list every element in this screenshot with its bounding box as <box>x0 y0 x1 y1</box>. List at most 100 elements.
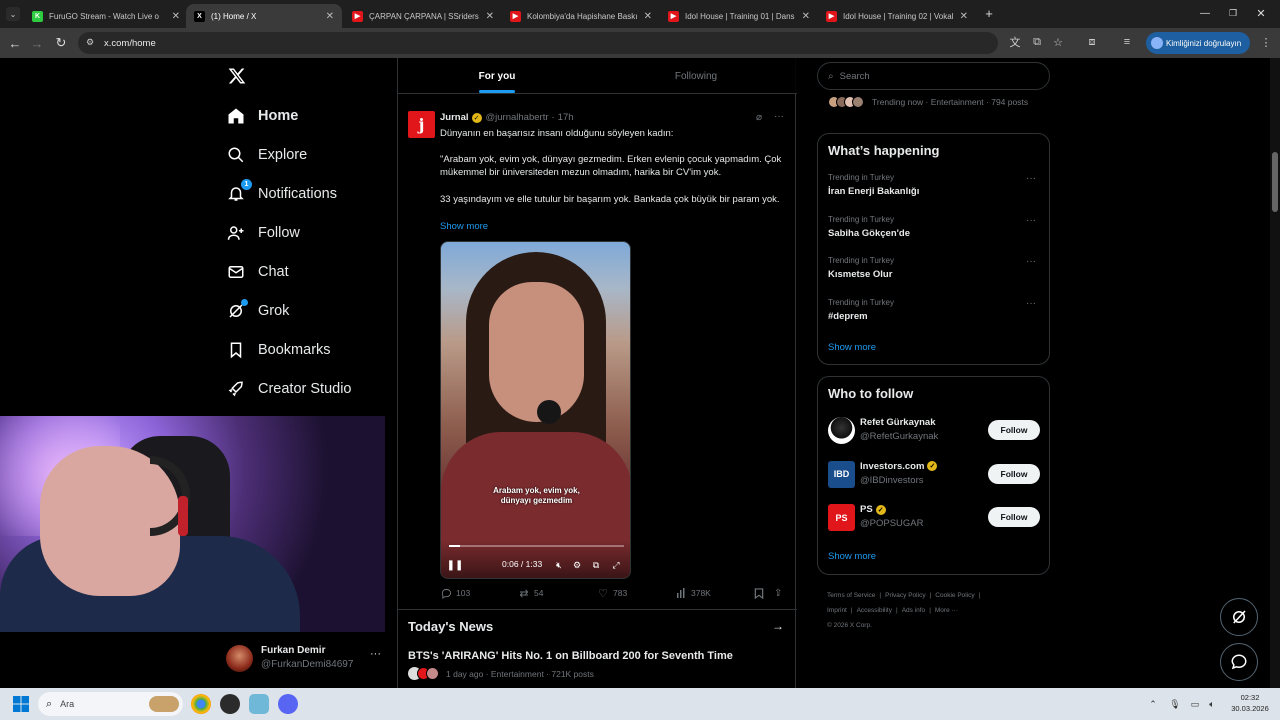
network-icon[interactable]: ▭ <box>1189 698 1201 710</box>
share-icon[interactable]: ⇪ <box>774 586 782 600</box>
browser-menu-icon[interactable]: ⋮ <box>1258 34 1274 50</box>
system-clock[interactable]: 02:32 30.03.2026 <box>1226 692 1274 714</box>
follow-button[interactable]: Follow <box>988 420 1040 440</box>
video-progress-bar[interactable] <box>449 545 624 547</box>
browser-tab[interactable]: ▶ Idol House | Training 02 | Vokal ✕ <box>818 4 976 28</box>
pause-icon[interactable]: ❚❚ <box>447 559 464 571</box>
footer-link[interactable]: Imprint <box>827 607 847 614</box>
avatar[interactable] <box>828 417 855 444</box>
popout-icon[interactable]: ⧉ <box>590 559 602 571</box>
nav-item-home[interactable]: Home <box>226 101 298 131</box>
bookmark-star-icon[interactable]: ☆ <box>1050 34 1066 50</box>
follow-button[interactable]: Follow <box>988 463 1040 484</box>
chrome-icon[interactable] <box>191 694 211 714</box>
nav-item-chat[interactable]: Chat <box>226 257 289 287</box>
new-tab-button[interactable]: + <box>982 6 996 21</box>
tab-list-button[interactable]: ⌄ <box>6 7 20 21</box>
footer-link[interactable]: Accessibility <box>857 607 892 614</box>
footer-link[interactable]: Ads info <box>902 607 926 614</box>
footer-link[interactable]: Privacy Policy <box>885 592 925 599</box>
footer-link[interactable]: More ··· <box>935 607 958 614</box>
back-icon[interactable]: ← <box>6 34 24 52</box>
footer-link[interactable]: Terms of Service <box>827 592 875 599</box>
trending-now-row[interactable]: Trending now · Entertainment · 794 posts <box>828 96 1028 108</box>
more-icon[interactable]: ··· <box>370 648 381 660</box>
trend-more-icon[interactable]: ··· <box>1026 215 1036 226</box>
tab-for-you[interactable]: For you <box>398 58 596 94</box>
discord-icon[interactable] <box>278 694 298 714</box>
views-button[interactable]: 378K <box>675 586 711 600</box>
account-name[interactable]: Investors.com ✓ <box>860 461 938 472</box>
fullscreen-icon[interactable]: ⤢ <box>610 559 622 571</box>
windows-start-icon[interactable] <box>13 696 29 712</box>
reload-icon[interactable]: ↻ <box>52 34 70 52</box>
arrow-right-icon[interactable]: → <box>772 619 784 633</box>
messages-floating-button[interactable] <box>1220 643 1258 681</box>
nav-item-bookmarks[interactable]: Bookmarks <box>226 335 331 365</box>
nav-item-grok[interactable]: Grok <box>226 296 289 326</box>
reply-button[interactable]: 103 <box>440 586 470 600</box>
post-author-name[interactable]: Jurnal <box>440 112 469 123</box>
grok-floating-button[interactable] <box>1220 598 1258 636</box>
post-time[interactable]: 17h <box>558 112 574 123</box>
show-more-link[interactable]: Show more <box>440 220 488 233</box>
app-icon[interactable] <box>249 694 269 714</box>
account-name[interactable]: PS ✓ <box>860 504 886 515</box>
address-bar[interactable]: ⚙ x.com/home <box>78 32 998 54</box>
scrollbar-thumb[interactable] <box>1272 152 1278 212</box>
close-tab-icon[interactable]: ✕ <box>326 11 334 22</box>
browser-tab[interactable]: ▶ Kolombiya'da Hapishane Baskı ✕ <box>502 4 660 28</box>
nav-item-creator-studio[interactable]: Creator Studio <box>226 374 352 404</box>
account-switcher[interactable]: Furkan Demir @FurkanDemi84697 ··· <box>226 642 386 678</box>
footer-link[interactable]: Cookie Policy <box>935 592 974 599</box>
minimize-window-button[interactable]: — <box>1198 6 1212 20</box>
close-tab-icon[interactable]: ✕ <box>644 11 652 22</box>
browser-tab[interactable]: X (1) Home / X ✕ <box>186 4 342 28</box>
taskbar-search[interactable]: ⌕ Ara <box>38 692 183 716</box>
volume-icon[interactable]: 🔈︎ <box>1206 698 1218 710</box>
microphone-icon[interactable]: 🎙︎ <box>1169 698 1181 710</box>
nav-item-explore[interactable]: Explore <box>226 140 307 170</box>
like-button[interactable]: ♡ 783 <box>597 586 627 600</box>
trend-more-icon[interactable]: ··· <box>1026 256 1036 267</box>
maximize-window-button[interactable]: ❐ <box>1226 6 1240 20</box>
post-author-handle[interactable]: @jurnalhabertr <box>486 112 549 123</box>
extensions-icon[interactable]: ⧈ <box>1084 34 1100 50</box>
trend-more-icon[interactable]: ··· <box>1026 173 1036 184</box>
close-tab-icon[interactable]: ✕ <box>172 11 180 22</box>
close-tab-icon[interactable]: ✕ <box>486 11 494 22</box>
verify-identity-button[interactable]: Kimliğinizi doğrulayın <box>1146 32 1250 54</box>
bookmark-post-icon[interactable] <box>754 586 764 600</box>
close-tab-icon[interactable]: ✕ <box>960 11 968 22</box>
tray-chevron-icon[interactable]: ⌃ <box>1147 698 1159 710</box>
avatar[interactable]: IBD <box>828 460 855 488</box>
avatar[interactable]: PS <box>828 504 855 531</box>
obs-icon[interactable] <box>220 694 240 714</box>
mute-icon[interactable]: 🔇︎ <box>553 559 565 571</box>
post-more-icon[interactable]: ··· <box>774 111 784 122</box>
cast-icon[interactable]: ⧉ <box>1029 34 1045 50</box>
forward-icon[interactable]: → <box>28 34 46 52</box>
nav-item-follow[interactable]: Follow <box>226 218 300 248</box>
settings-icon[interactable]: ⚙ <box>571 559 583 571</box>
who-to-follow-show-more[interactable]: Show more <box>828 551 876 562</box>
repost-button[interactable]: ⇄ 54 <box>518 586 543 600</box>
grok-explain-icon[interactable]: ⌀ <box>756 112 762 123</box>
browser-tab[interactable]: K FuruGO Stream - Watch Live o ✕ <box>24 4 188 28</box>
search-input[interactable]: ⌕ Search <box>817 62 1050 90</box>
close-tab-icon[interactable]: ✕ <box>802 11 810 22</box>
x-logo-icon[interactable] <box>227 66 247 86</box>
trends-show-more[interactable]: Show more <box>828 342 876 353</box>
follow-button[interactable]: Follow <box>988 507 1040 527</box>
site-info-icon[interactable]: ⚙ <box>86 37 94 48</box>
account-name[interactable]: Refet Gürkaynak <box>860 417 936 428</box>
post-video[interactable]: Arabam yok, evim yok, dünyayı gezmedim ❚… <box>440 241 631 579</box>
news-headline[interactable]: BTS's 'ARIRANG' Hits No. 1 on Billboard … <box>408 650 733 662</box>
nav-item-notifications[interactable]: 1 Notifications <box>226 179 337 209</box>
browser-tab[interactable]: ▶ Idol House | Training 01 | Dans ✕ <box>660 4 818 28</box>
translate-icon[interactable]: 文 <box>1007 34 1023 50</box>
post-author-avatar[interactable]: j <box>408 111 435 138</box>
trend-more-icon[interactable]: ··· <box>1026 298 1036 309</box>
reading-list-icon[interactable]: ≡ <box>1119 34 1135 50</box>
close-window-button[interactable]: ✕ <box>1254 6 1268 20</box>
